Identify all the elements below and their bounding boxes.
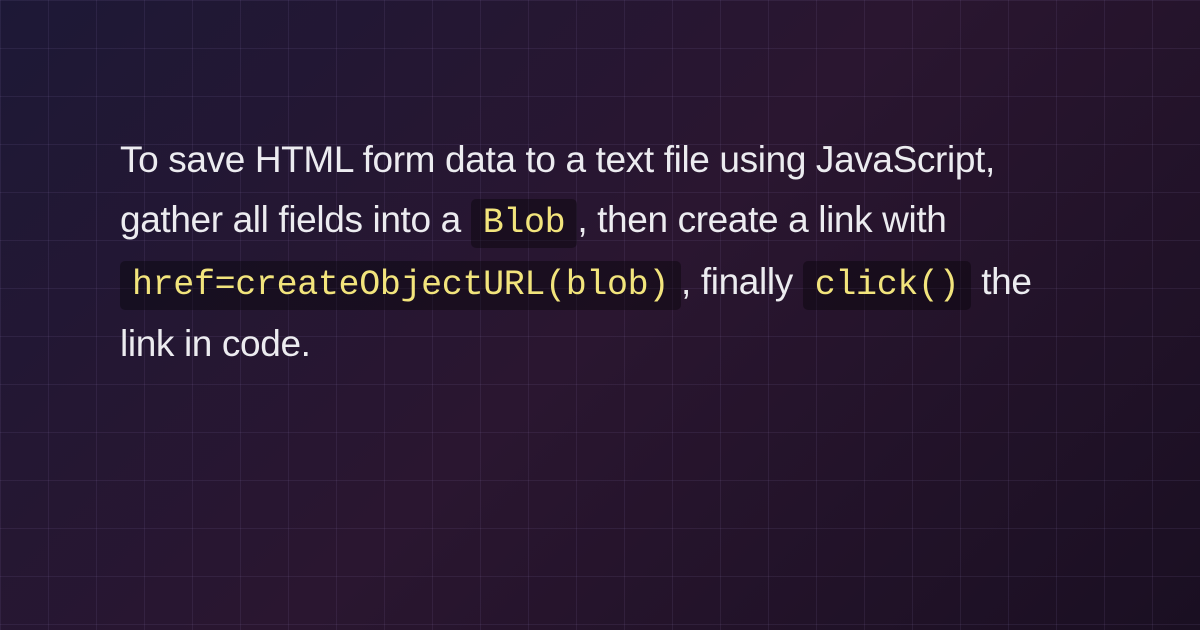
inline-code: href=createObjectURL(blob)	[120, 261, 681, 310]
inline-code: Blob	[471, 199, 578, 248]
content-container: To save HTML form data to a text file us…	[0, 0, 1200, 375]
summary-paragraph: To save HTML form data to a text file us…	[120, 130, 1080, 375]
paragraph-text: , then create a link with	[577, 199, 946, 240]
paragraph-text: , finally	[681, 261, 803, 302]
inline-code: click()	[803, 261, 972, 310]
